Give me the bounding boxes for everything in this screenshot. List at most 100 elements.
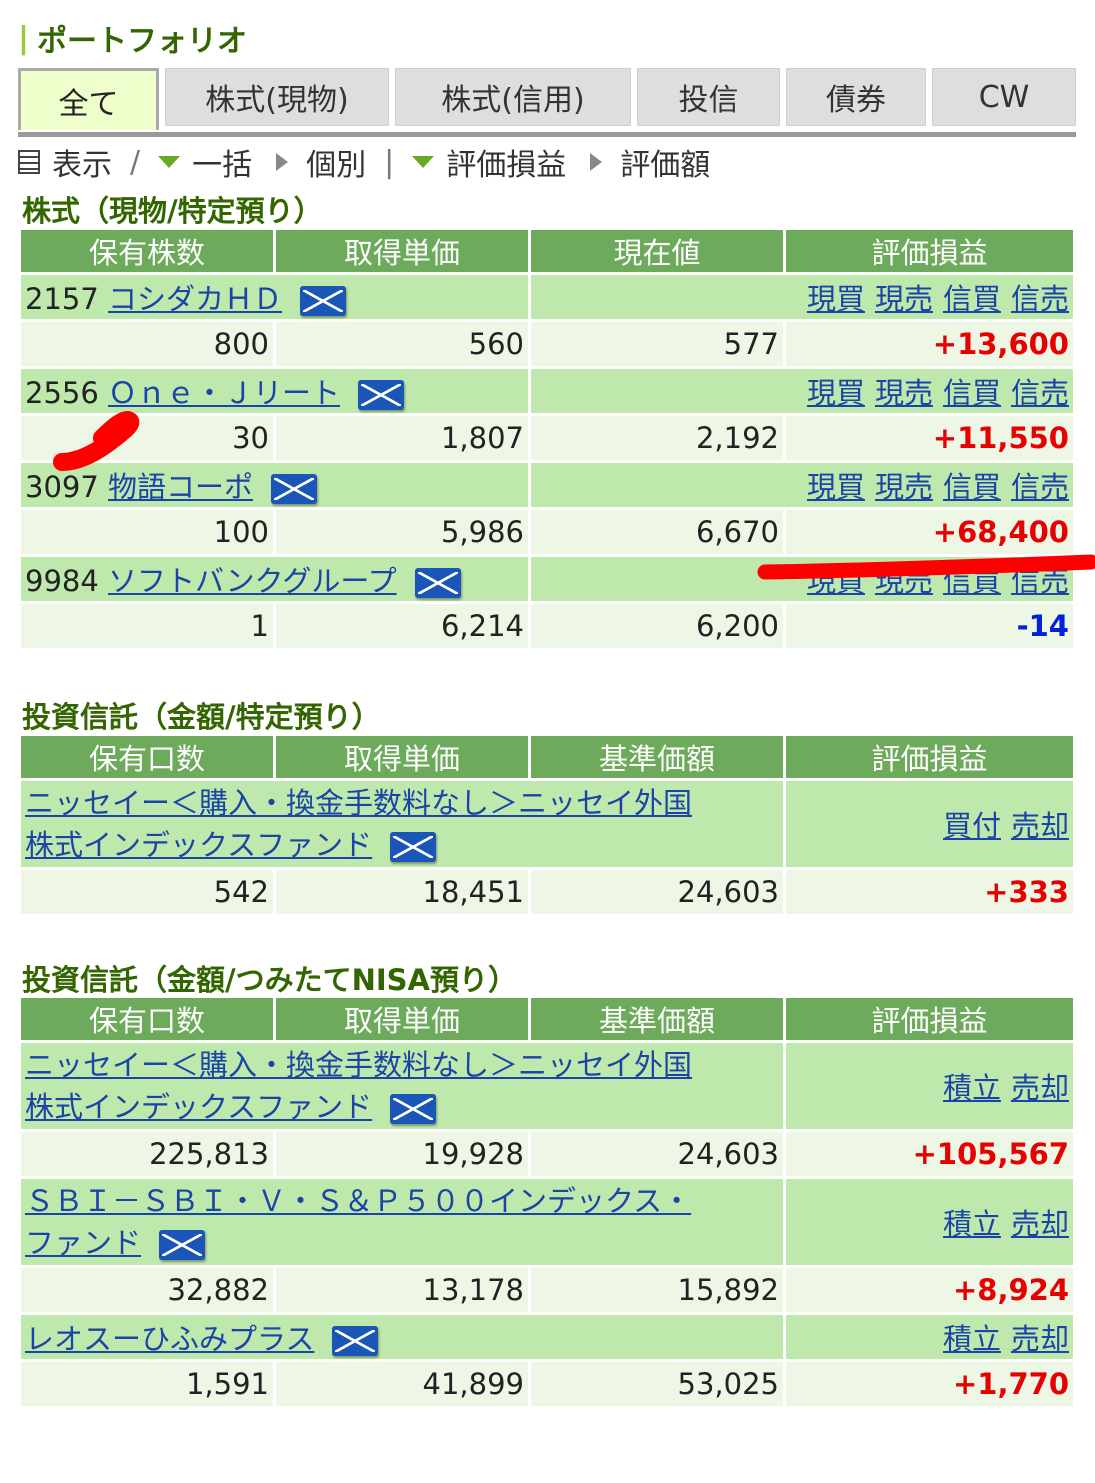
accumulate-link[interactable]: 積立 — [943, 1207, 1001, 1241]
buy-link[interactable]: 買付 — [943, 809, 1001, 843]
value-toggle[interactable]: 評価額 — [590, 140, 710, 184]
col-header-price: 現在値 — [531, 230, 783, 272]
cash-sell-link[interactable]: 現売 — [875, 376, 933, 410]
shares-value: 800 — [21, 322, 273, 366]
fund-name-link[interactable]: ＳＢＩ－ＳＢＩ・Ｖ・Ｓ＆Ｐ５００インデックス・ — [25, 1184, 691, 1218]
trade-actions: 現買 現売 信買 信売 — [531, 557, 1073, 601]
table-row: ニッセイー＜購入・換金手数料なし＞ニッセイ外国 株式インデックスファンド 積立売… — [21, 1043, 1073, 1129]
tab-investment-trust[interactable]: 投信 — [637, 68, 780, 126]
cash-sell-link[interactable]: 現売 — [875, 470, 933, 504]
trade-actions: 現買 現売 信買 信売 — [531, 463, 1073, 507]
margin-buy-link[interactable]: 信買 — [943, 564, 1001, 598]
bulk-label: 一括 — [192, 148, 253, 183]
mail-icon[interactable] — [300, 286, 347, 316]
page-title-text: ポートフォリオ — [36, 24, 247, 59]
col-header-units: 保有口数 — [21, 736, 273, 778]
gain-value: +105,567 — [786, 1132, 1073, 1176]
cost-value: 5,986 — [276, 510, 528, 554]
page-title: | ポートフォリオ — [18, 18, 247, 60]
sell-link[interactable]: 売却 — [1011, 1322, 1069, 1356]
fund-name-link[interactable]: ニッセイー＜購入・換金手数料なし＞ニッセイ外国 — [25, 1048, 692, 1082]
col-header-gain: 評価損益 — [786, 230, 1073, 272]
col-header-cost: 取得単価 — [276, 998, 528, 1040]
table-row: ニッセイー＜購入・換金手数料なし＞ニッセイ外国 株式インデックスファンド 買付売… — [21, 781, 1073, 867]
tab-bar: 全て 株式(現物) 株式(信用) 投信 債券 CW — [18, 68, 1076, 137]
individual-toggle[interactable]: 個別 — [276, 140, 366, 184]
margin-sell-link[interactable]: 信売 — [1011, 376, 1069, 410]
stock-name-cell: 2556 Ｏｎｅ・Ｊリート — [21, 369, 528, 413]
stock-name-link[interactable]: Ｏｎｅ・Ｊリート — [108, 376, 340, 410]
stock-name-link[interactable]: ソフトバンクグループ — [108, 564, 397, 598]
cost-value: 1,807 — [276, 416, 528, 460]
cash-buy-link[interactable]: 現買 — [807, 376, 865, 410]
margin-sell-link[interactable]: 信売 — [1011, 282, 1069, 316]
fund-name-link-line2[interactable]: ファンド — [25, 1226, 141, 1260]
cash-buy-link[interactable]: 現買 — [807, 564, 865, 598]
col-header-shares: 保有株数 — [21, 230, 273, 272]
margin-buy-link[interactable]: 信買 — [943, 470, 1001, 504]
accumulate-link[interactable]: 積立 — [943, 1071, 1001, 1105]
stock-name-link[interactable]: 物語コーポ — [108, 470, 253, 504]
mail-icon[interactable] — [159, 1230, 206, 1260]
cost-value: 13,178 — [276, 1268, 528, 1312]
margin-sell-link[interactable]: 信売 — [1011, 564, 1069, 598]
title-bar-icon: | — [18, 20, 29, 56]
trade-actions: 現買 現売 信買 信売 — [531, 369, 1073, 413]
tab-bonds[interactable]: 債券 — [786, 68, 926, 126]
units-value: 542 — [21, 870, 273, 914]
tab-cw[interactable]: CW — [932, 68, 1076, 126]
tab-stock-cash[interactable]: 株式(現物) — [165, 68, 389, 126]
margin-buy-link[interactable]: 信買 — [943, 376, 1001, 410]
stocks-table: 保有株数 取得単価 現在値 評価損益 2157 コシダカＨＤ 現買 現売 信買 信売 … — [18, 227, 1076, 651]
tab-all[interactable]: 全て — [18, 68, 159, 130]
stock-code: 2556 — [25, 376, 99, 410]
cash-buy-link[interactable]: 現買 — [807, 470, 865, 504]
mail-icon[interactable] — [414, 568, 461, 598]
mail-icon[interactable] — [390, 832, 437, 862]
value-label: 評価額 — [620, 148, 711, 183]
fund-name-cell: ニッセイー＜購入・換金手数料なし＞ニッセイ外国 株式インデックスファンド — [21, 1043, 783, 1129]
fund-name-link[interactable]: ニッセイー＜購入・換金手数料なし＞ニッセイ外国 — [25, 786, 692, 820]
triangle-right-icon — [590, 153, 603, 171]
funds-nisa-table: 保有口数 取得単価 基準価額 評価損益 ニッセイー＜購入・換金手数料なし＞ニッセ… — [18, 995, 1076, 1409]
table-header-row: 保有株数 取得単価 現在値 評価損益 — [21, 230, 1073, 272]
margin-buy-link[interactable]: 信買 — [943, 282, 1001, 316]
cash-buy-link[interactable]: 現買 — [807, 282, 865, 316]
units-value: 225,813 — [21, 1132, 273, 1176]
fund-name-link[interactable]: レオスーひふみプラス — [25, 1322, 314, 1356]
mail-icon[interactable] — [332, 1326, 379, 1356]
table-row: 225,813 19,928 24,603 +105,567 — [21, 1132, 1073, 1176]
price-value: 6,200 — [531, 604, 783, 648]
cash-sell-link[interactable]: 現売 — [875, 564, 933, 598]
col-header-nav: 基準価額 — [531, 736, 783, 778]
table-row: レオスーひふみプラス 積立 売却 — [21, 1315, 1073, 1359]
stock-name-cell: 3097 物語コーポ — [21, 463, 528, 507]
shares-value: 100 — [21, 510, 273, 554]
table-row: 30 1,807 2,192 +11,550 — [21, 416, 1073, 460]
table-row: 100 5,986 6,670 +68,400 — [21, 510, 1073, 554]
bulk-toggle[interactable]: 一括 — [158, 140, 252, 184]
cash-sell-link[interactable]: 現売 — [875, 282, 933, 316]
fund-name-link-line2[interactable]: 株式インデックスファンド — [25, 828, 372, 862]
margin-sell-link[interactable]: 信売 — [1011, 470, 1069, 504]
sell-link[interactable]: 売却 — [1011, 809, 1069, 843]
nav-value: 15,892 — [531, 1268, 783, 1312]
triangle-right-icon — [276, 153, 289, 171]
mail-icon[interactable] — [271, 474, 318, 504]
table-header-row: 保有口数 取得単価 基準価額 評価損益 — [21, 736, 1073, 778]
accumulate-link[interactable]: 積立 — [943, 1322, 1001, 1356]
table-row: 2157 コシダカＨＤ 現買 現売 信買 信売 — [21, 275, 1073, 319]
triangle-down-icon — [412, 156, 435, 168]
stock-name-link[interactable]: コシダカＨＤ — [108, 282, 282, 316]
tab-stock-margin[interactable]: 株式(信用) — [395, 68, 631, 126]
sell-link[interactable]: 売却 — [1011, 1071, 1069, 1105]
fund-name-link-line2[interactable]: 株式インデックスファンド — [25, 1090, 372, 1124]
gain-label: 評価損益 — [446, 148, 567, 183]
mail-icon[interactable] — [390, 1094, 437, 1124]
cost-value: 6,214 — [276, 604, 528, 648]
table-row: 1 6,214 6,200 -14 — [21, 604, 1073, 648]
gain-toggle[interactable]: 評価損益 — [412, 140, 566, 184]
gain-value: +8,924 — [786, 1268, 1073, 1312]
mail-icon[interactable] — [358, 380, 405, 410]
sell-link[interactable]: 売却 — [1011, 1207, 1069, 1241]
